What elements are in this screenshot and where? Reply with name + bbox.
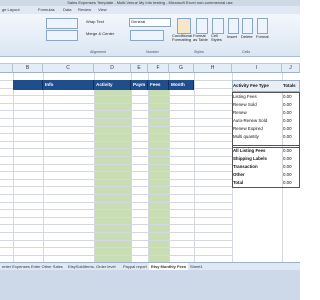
grid-row-line: [0, 254, 232, 256]
tab-data[interactable]: Data: [63, 6, 71, 14]
column-header-f[interactable]: F: [148, 64, 169, 73]
grid-row-line: [0, 232, 232, 233]
format-table-icon[interactable]: [196, 18, 208, 34]
column-header-c[interactable]: C: [43, 64, 94, 73]
tab-page-layout[interactable]: ge Layout: [2, 6, 20, 14]
grid-row-line: [0, 194, 232, 195]
group-label-styles: Styles: [194, 50, 204, 54]
grid-row-line: [0, 140, 232, 142]
grid-row-line: [0, 209, 232, 211]
wrap-text-button[interactable]: Wrap Text: [86, 19, 104, 24]
grid-row-line: [0, 163, 232, 165]
delete-button[interactable]: Delete: [241, 34, 253, 39]
group-label-number: Number: [146, 50, 159, 54]
formula-bar[interactable]: [0, 57, 300, 64]
grid-row-line: [0, 216, 232, 218]
header-fees[interactable]: Fees: [148, 80, 169, 90]
summary-total-label: Shipping Labels: [233, 156, 267, 161]
tab-view[interactable]: View: [98, 6, 107, 14]
summary-row-label: Renew Expired: [233, 126, 263, 131]
header-info[interactable]: Info: [43, 80, 94, 90]
group-label-alignment: Alignment: [90, 50, 106, 54]
column-header-i[interactable]: I: [232, 64, 282, 73]
conditional-formatting-icon[interactable]: [177, 18, 191, 34]
grid-row-line: [0, 171, 232, 173]
tab-formulas[interactable]: Formulas: [38, 6, 55, 14]
align-left-icon[interactable]: [46, 30, 78, 41]
tab-review[interactable]: Review: [78, 6, 91, 14]
summary-total-value: 0.00: [283, 148, 292, 153]
summary-row-value: 0.00: [283, 94, 292, 99]
grid-row-line: [0, 95, 232, 97]
summary-total-label: Other: [233, 172, 245, 177]
status-bar: [0, 270, 300, 300]
summary-total-value: 0.00: [283, 164, 292, 169]
select-all-corner[interactable]: [0, 64, 13, 73]
summary-total-value: 0.00: [283, 172, 292, 177]
summary-row-label: Renew: [233, 110, 247, 115]
grid-row-line: [0, 148, 232, 150]
delete-cells-icon[interactable]: [242, 18, 253, 34]
grid-row-line: [0, 133, 232, 135]
grid-row-line: [0, 110, 232, 112]
grid-row-line: [0, 125, 232, 127]
summary-row-label: Listing Fees: [233, 94, 257, 99]
header-activity[interactable]: Activity: [94, 80, 131, 90]
column-header-e[interactable]: E: [131, 64, 148, 73]
summary-header-value: Totals: [283, 83, 296, 88]
summary-total-value: 0.00: [283, 156, 292, 161]
summary-row-label: Multi quantity: [233, 134, 259, 139]
insert-button[interactable]: Insert: [227, 34, 237, 39]
grid-row-line: [0, 186, 232, 188]
number-format-value: General: [131, 19, 146, 24]
grid-row-line: [0, 118, 232, 119]
summary-row-value: 0.00: [283, 110, 292, 115]
summary-total-label: Total: [233, 180, 244, 185]
grid-row-line: [0, 102, 232, 104]
currency-icon[interactable]: [130, 30, 164, 41]
ribbon-tab-bar: ge Layout Formulas Data Review View: [0, 6, 300, 14]
column-header-g[interactable]: G: [169, 64, 194, 73]
summary-header-label: Activity Fee Type: [233, 83, 269, 88]
summary-row-label: Renew Sold: [233, 102, 257, 107]
cell-styles-button[interactable]: Cell Styles: [211, 34, 225, 42]
summary-total-label: All Listing Fees: [233, 148, 266, 153]
conditional-formatting-button[interactable]: Conditional Formatting: [172, 34, 192, 42]
grid-row-line: [0, 201, 232, 203]
insert-cells-icon[interactable]: [228, 18, 239, 34]
column-header-d[interactable]: D: [94, 64, 131, 73]
summary-row-value: 0.00: [283, 126, 292, 131]
merge-center-button[interactable]: Merge & Center: [86, 31, 114, 36]
group-label-cells: Cells: [242, 50, 250, 54]
column-header-h[interactable]: H: [194, 64, 232, 73]
summary-row-value: 0.00: [283, 134, 292, 139]
grid-row-line: [0, 224, 232, 226]
format-cells-icon[interactable]: [257, 18, 268, 34]
grid-row-line: [0, 239, 232, 241]
column-header-j[interactable]: J: [282, 64, 300, 73]
column-header-b[interactable]: B: [13, 64, 43, 73]
cell-styles-icon[interactable]: [212, 18, 224, 34]
grid-row-line: [0, 178, 232, 180]
summary-total-label: Transaction: [233, 164, 258, 169]
summary-row-label: Auto-Renew Sold: [233, 118, 268, 123]
format-button[interactable]: Format: [256, 34, 269, 39]
header-cell-b[interactable]: [13, 80, 43, 90]
header-month[interactable]: Month: [169, 80, 194, 90]
summary-row-value: 0.00: [283, 118, 292, 123]
header-payment[interactable]: Paym: [131, 80, 148, 90]
format-as-table-button[interactable]: Format as Table: [193, 34, 209, 42]
grid-row-line: [0, 247, 232, 249]
summary-total-value: 0.00: [283, 180, 292, 185]
align-top-icon[interactable]: [46, 18, 78, 29]
grid-row-line: [0, 156, 232, 157]
summary-row-value: 0.00: [283, 102, 292, 107]
